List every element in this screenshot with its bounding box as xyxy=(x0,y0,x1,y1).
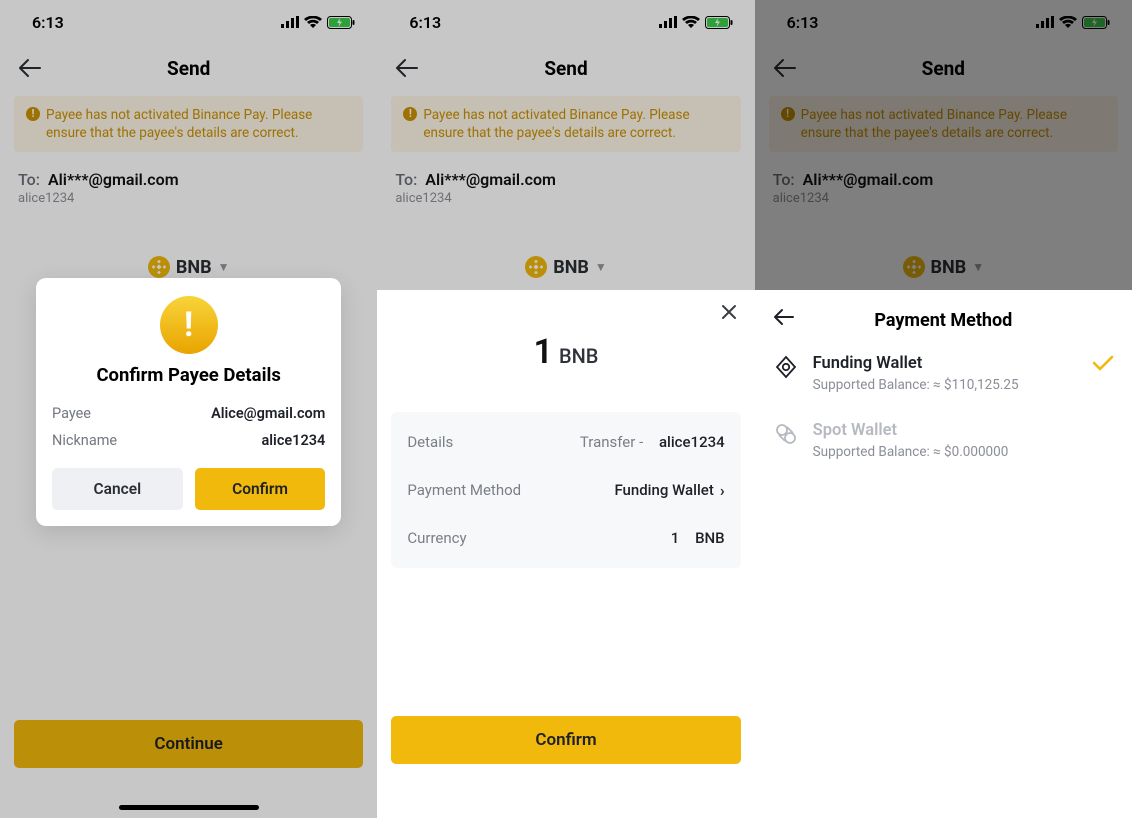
payment-method-row[interactable]: Payment Method Funding Wallet› xyxy=(407,466,724,514)
home-indicator[interactable] xyxy=(119,805,259,810)
amount-display: 1BNB xyxy=(391,332,740,372)
back-button[interactable] xyxy=(18,58,42,78)
chevron-right-icon: › xyxy=(720,481,725,500)
warning-icon: ! xyxy=(403,107,417,121)
bnb-icon xyxy=(903,256,925,278)
to-nickname: alice1234 xyxy=(0,191,377,206)
status-icons xyxy=(1036,16,1110,29)
chevron-down-icon: ▼ xyxy=(218,260,230,274)
chevron-down-icon: ▼ xyxy=(972,260,984,274)
page-title: Send xyxy=(167,57,210,80)
status-icons xyxy=(659,16,733,29)
arrow-left-icon xyxy=(773,58,797,78)
to-row: To: Ali***@gmail.com xyxy=(0,162,377,191)
cancel-button[interactable]: Cancel xyxy=(52,468,183,510)
bnb-icon xyxy=(525,256,547,278)
warning-banner: ! Payee has not activated Binance Pay. P… xyxy=(391,96,740,152)
to-email: Ali***@gmail.com xyxy=(425,170,556,189)
header: Send xyxy=(0,44,377,92)
header: Send xyxy=(755,44,1132,92)
to-nickname: alice1234 xyxy=(755,191,1132,206)
coin-selector[interactable]: BNB ▼ xyxy=(525,256,607,278)
to-row: To: Ali***@gmail.com xyxy=(377,162,754,191)
wifi-icon xyxy=(304,16,322,28)
amount-card: BNB ▼ xyxy=(385,236,746,290)
page-title: Send xyxy=(544,57,587,80)
arrow-left-icon xyxy=(395,58,419,78)
alert-icon: ! xyxy=(160,296,218,354)
spot-wallet-icon xyxy=(773,421,799,447)
currency-row: Currency 1 BNB xyxy=(407,514,724,562)
continue-button[interactable]: Continue xyxy=(14,720,363,768)
warning-icon: ! xyxy=(26,107,40,121)
coin-selector[interactable]: BNB ▼ xyxy=(148,256,230,278)
status-bar: 6:13 xyxy=(377,0,754,44)
status-time: 6:13 xyxy=(409,13,441,32)
wifi-icon xyxy=(1059,16,1077,28)
sheet-back-button[interactable] xyxy=(773,308,795,326)
close-button[interactable] xyxy=(721,304,737,320)
battery-charging-icon xyxy=(1082,16,1110,29)
status-time: 6:13 xyxy=(32,13,64,32)
close-icon xyxy=(721,304,737,320)
wifi-icon xyxy=(682,16,700,28)
warning-icon: ! xyxy=(781,107,795,121)
battery-charging-icon xyxy=(705,16,733,29)
confirm-payee-modal: ! Confirm Payee Details Payee Alice@gmai… xyxy=(36,278,341,526)
review-sheet: 1BNB Details Transfer - alice1234 Paymen… xyxy=(377,290,754,818)
header: Send xyxy=(377,44,754,92)
amount-card: BNB ▼ xyxy=(763,236,1124,290)
battery-charging-icon xyxy=(327,16,355,29)
payment-method-sheet: Payment Method Funding Wallet Supported … xyxy=(755,290,1132,818)
page-title: Send xyxy=(922,57,965,80)
status-bar: 6:13 xyxy=(0,0,377,44)
to-label: To: xyxy=(395,170,417,189)
status-icons xyxy=(281,16,355,29)
chevron-down-icon: ▼ xyxy=(595,260,607,274)
warning-banner: ! Payee has not activated Binance Pay. P… xyxy=(14,96,363,152)
pm-spot-wallet[interactable]: Spot Wallet Supported Balance: ≈ $0.0000… xyxy=(773,403,1114,470)
bnb-icon xyxy=(148,256,170,278)
modal-title: Confirm Payee Details xyxy=(52,364,325,386)
back-button[interactable] xyxy=(395,58,419,78)
details-row: Details Transfer - alice1234 xyxy=(407,418,724,466)
to-email: Ali***@gmail.com xyxy=(48,170,179,189)
to-label: To: xyxy=(18,170,40,189)
pm-funding-wallet[interactable]: Funding Wallet Supported Balance: ≈ $110… xyxy=(773,336,1114,403)
to-row: To: Ali***@gmail.com xyxy=(755,162,1132,191)
signal-icon xyxy=(281,16,299,28)
phone-review-transfer: 6:13 Send ! Payee has not activated Bina… xyxy=(377,0,754,818)
confirm-button[interactable]: Confirm xyxy=(391,716,740,764)
phone-payment-method: 6:13 Send ! Payee has not activated Bina… xyxy=(755,0,1132,818)
coin-symbol: BNB xyxy=(176,257,212,278)
to-label: To: xyxy=(773,170,795,189)
to-nickname: alice1234 xyxy=(377,191,754,206)
arrow-left-icon xyxy=(18,58,42,78)
signal-icon xyxy=(659,16,677,28)
coin-selector[interactable]: BNB ▼ xyxy=(903,256,985,278)
funding-wallet-icon xyxy=(773,354,799,380)
confirm-button[interactable]: Confirm xyxy=(195,468,326,510)
signal-icon xyxy=(1036,16,1054,28)
coin-symbol: BNB xyxy=(931,257,967,278)
status-bar: 6:13 xyxy=(755,0,1132,44)
check-icon xyxy=(1092,354,1114,372)
warning-banner: ! Payee has not activated Binance Pay. P… xyxy=(769,96,1118,152)
modal-payee-row: Payee Alice@gmail.com xyxy=(52,400,325,427)
modal-nickname-row: Nickname alice1234 xyxy=(52,427,325,454)
details-card: Details Transfer - alice1234 Payment Met… xyxy=(391,412,740,568)
status-time: 6:13 xyxy=(787,13,819,32)
phone-confirm-payee: 6:13 Send ! Payee has not activated Bina… xyxy=(0,0,377,818)
back-button[interactable] xyxy=(773,58,797,78)
to-email: Ali***@gmail.com xyxy=(803,170,934,189)
coin-symbol: BNB xyxy=(553,257,589,278)
arrow-left-icon xyxy=(773,308,795,326)
sheet-title: Payment Method xyxy=(874,310,1012,331)
